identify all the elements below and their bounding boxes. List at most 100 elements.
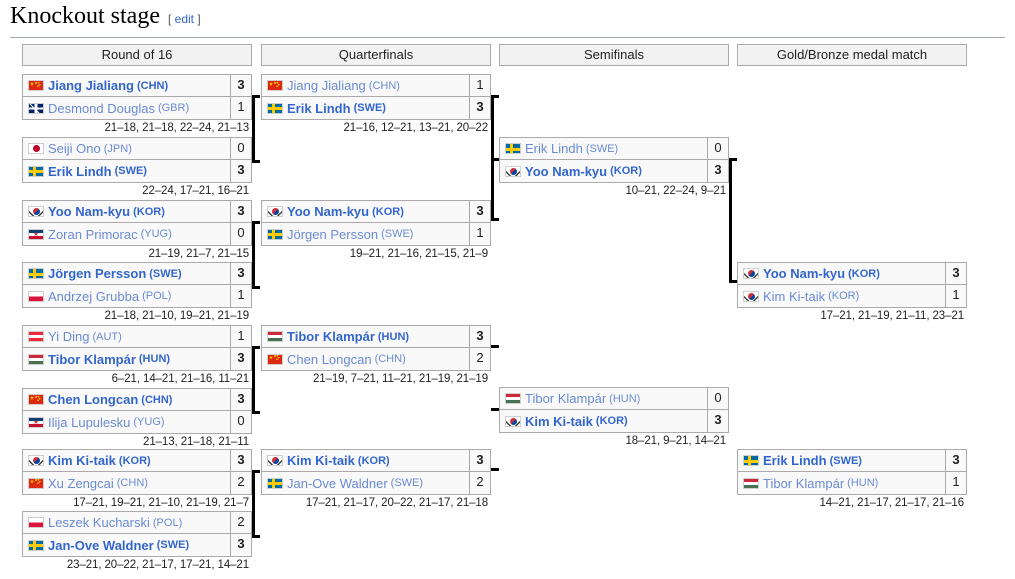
match-bronze-medal[interactable]: Erik Lindh (SWE) 3 Tibor Klampár (HUN) 1… (737, 449, 967, 509)
match-qf-1[interactable]: Jiang Jialiang (CHN) 1 Erik Lindh (SWE) … (261, 74, 491, 134)
player-score: 1 (230, 285, 251, 307)
player-score: 3 (469, 450, 490, 471)
match-set-scores: 10–21, 22–24, 9–21 (625, 185, 726, 197)
match-qf-3[interactable]: Tibor Klampár (HUN) 3 Chen Longcan (CHN)… (261, 325, 491, 385)
player-row-loser[interactable]: Desmond Douglas (GBR) 1 (23, 97, 251, 119)
connector-r16-3-top (252, 221, 260, 224)
player-name: Tibor Klampár (48, 351, 136, 367)
player-score: 1 (945, 472, 966, 494)
player-score: 0 (230, 138, 251, 159)
match-box: Yoo Nam-kyu (KOR) 3 Kim Ki-taik (KOR) 1 (737, 262, 967, 308)
match-sf-2[interactable]: Tibor Klampár (HUN) 0 Kim Ki-taik (KOR) … (499, 387, 729, 447)
player-row-winner[interactable]: Tibor Klampár (HUN) 3 (23, 348, 251, 370)
match-r16-2[interactable]: Seiji Ono (JPN) 0 Erik Lindh (SWE) 3 22–… (22, 137, 252, 197)
player-row-winner[interactable]: Yoo Nam-kyu (KOR) 3 (23, 201, 251, 223)
connector-sf-1-2-vertical (729, 158, 732, 283)
connector-qf-out-sf1 (491, 158, 499, 161)
player-score: 3 (707, 410, 728, 432)
player-score: 1 (469, 75, 490, 96)
player-row-loser[interactable]: Xu Zengcai (CHN) 2 (23, 472, 251, 494)
player-score: 0 (707, 388, 728, 409)
flag-chn-icon (267, 80, 283, 91)
player-row-winner[interactable]: Yoo Nam-kyu (KOR) 3 (262, 201, 490, 223)
flag-kor-icon (28, 206, 44, 217)
match-set-scores: 6–21, 14–21, 21–16, 11–21 (111, 373, 249, 385)
player-name: Yoo Nam-kyu (763, 266, 846, 281)
player-name: Erik Lindh (763, 453, 827, 468)
player-name: Desmond Douglas (48, 100, 155, 116)
player-name-cell: Yi Ding (AUT) (23, 329, 230, 344)
player-score: 0 (230, 223, 251, 245)
match-r16-5[interactable]: Yi Ding (AUT) 1 Tibor Klampár (HUN) 3 6–… (22, 325, 252, 385)
player-score: 3 (469, 326, 490, 347)
player-score: 0 (230, 411, 251, 433)
match-r16-7[interactable]: Kim Ki-taik (KOR) 3 Xu Zengcai (CHN) 2 1… (22, 449, 252, 509)
player-row-winner[interactable]: Tibor Klampár (HUN) 3 (262, 326, 490, 348)
match-r16-6[interactable]: Chen Longcan (CHN) 3 Ilija Lupulesku (YU… (22, 388, 252, 448)
player-country-code: (HUN) (847, 477, 879, 489)
player-score: 0 (707, 138, 728, 159)
player-country-code: (SWE) (149, 267, 182, 280)
player-name: Erik Lindh (48, 163, 112, 179)
player-score: 3 (230, 75, 251, 96)
flag-hun-icon (505, 393, 521, 404)
player-row-loser[interactable]: Yi Ding (AUT) 1 (23, 326, 251, 348)
player-row-loser[interactable]: Tibor Klampár (HUN) 1 (738, 472, 966, 494)
flag-swe-icon (267, 102, 283, 114)
player-row-winner[interactable]: Erik Lindh (SWE) 3 (262, 97, 490, 119)
match-r16-4[interactable]: Jörgen Persson (SWE) 3 Andrzej Grubba (P… (22, 262, 252, 322)
player-row-loser[interactable]: Jiang Jialiang (CHN) 1 (262, 75, 490, 97)
column-header-round-of-16: Round of 16 (22, 44, 252, 66)
player-row-loser[interactable]: Zoran Primorac (YUG) 0 (23, 223, 251, 245)
player-row-winner[interactable]: Kim Ki-taik (KOR) 3 (262, 450, 490, 472)
player-row-loser[interactable]: Seiji Ono (JPN) 0 (23, 138, 251, 160)
match-set-scores: 21–18, 21–18, 22–24, 21–13 (104, 122, 250, 134)
match-qf-4[interactable]: Kim Ki-taik (KOR) 3 Jan-Ove Waldner (SWE… (261, 449, 491, 509)
match-qf-2[interactable]: Yoo Nam-kyu (KOR) 3 Jörgen Persson (SWE)… (261, 200, 491, 260)
connector-qf-4-bottom (491, 468, 499, 471)
match-r16-3[interactable]: Yoo Nam-kyu (KOR) 3 Zoran Primorac (YUG)… (22, 200, 252, 260)
player-row-winner[interactable]: Jan-Ove Waldner (SWE) 3 (23, 534, 251, 556)
match-set-scores: 21–18, 21–10, 19–21, 21–19 (104, 310, 250, 322)
player-row-loser[interactable]: Ilija Lupulesku (YUG) 0 (23, 411, 251, 433)
player-row-loser[interactable]: Andrzej Grubba (POL) 1 (23, 285, 251, 307)
player-row-winner[interactable]: Kim Ki-taik (KOR) 3 (500, 410, 728, 432)
flag-chn-icon (267, 353, 283, 365)
player-name: Seiji Ono (48, 141, 101, 156)
match-set-scores: 17–21, 21–17, 20–22, 21–17, 21–18 (305, 497, 488, 509)
player-score: 3 (230, 348, 251, 370)
flag-chn-icon (28, 477, 44, 489)
match-r16-8[interactable]: Leszek Kucharski (POL) 2 Jan-Ove Waldner… (22, 511, 252, 571)
player-row-loser[interactable]: Kim Ki-taik (KOR) 1 (738, 285, 966, 307)
player-name-cell: Andrzej Grubba (POL) (23, 289, 230, 304)
player-row-winner[interactable]: Chen Longcan (CHN) 3 (23, 389, 251, 411)
flag-chn-icon (28, 80, 44, 91)
match-box: Erik Lindh (SWE) 0 Yoo Nam-kyu (KOR) 3 (499, 137, 729, 183)
connector-r16-5-6-vertical (252, 346, 255, 414)
match-gold-medal[interactable]: Yoo Nam-kyu (KOR) 3 Kim Ki-taik (KOR) 1 … (737, 262, 967, 322)
player-row-loser[interactable]: Jan-Ove Waldner (SWE) 2 (262, 472, 490, 494)
player-country-code: (AUT) (92, 330, 122, 343)
player-score: 3 (230, 389, 251, 410)
player-row-winner[interactable]: Yoo Nam-kyu (KOR) 3 (500, 160, 728, 182)
player-row-loser[interactable]: Leszek Kucharski (POL) 2 (23, 512, 251, 534)
connector-r16-3-4-vertical (252, 221, 255, 289)
player-country-code: (CHN) (116, 477, 148, 489)
player-row-winner[interactable]: Jörgen Persson (SWE) 3 (23, 263, 251, 285)
match-sf-1[interactable]: Erik Lindh (SWE) 0 Yoo Nam-kyu (KOR) 3 1… (499, 137, 729, 197)
player-row-loser[interactable]: Tibor Klampár (HUN) 0 (500, 388, 728, 410)
player-row-winner[interactable]: Yoo Nam-kyu (KOR) 3 (738, 263, 966, 285)
player-row-loser[interactable]: Erik Lindh (SWE) 0 (500, 138, 728, 160)
match-r16-1[interactable]: Jiang Jialiang (CHN) 3 Desmond Douglas (… (22, 74, 252, 134)
player-row-loser[interactable]: Jörgen Persson (SWE) 1 (262, 223, 490, 245)
player-row-loser[interactable]: Chen Longcan (CHN) 2 (262, 348, 490, 370)
player-name: Andrzej Grubba (48, 288, 140, 304)
player-row-winner[interactable]: Erik Lindh (SWE) 3 (738, 450, 966, 472)
player-score: 3 (230, 201, 251, 222)
player-row-winner[interactable]: Kim Ki-taik (KOR) 3 (23, 450, 251, 472)
player-country-code: (SWE) (114, 165, 147, 177)
connector-r16-5-top (252, 346, 260, 349)
player-country-code: (KOR) (595, 415, 628, 427)
player-row-winner[interactable]: Jiang Jialiang (CHN) 3 (23, 75, 251, 97)
player-row-winner[interactable]: Erik Lindh (SWE) 3 (23, 160, 251, 182)
